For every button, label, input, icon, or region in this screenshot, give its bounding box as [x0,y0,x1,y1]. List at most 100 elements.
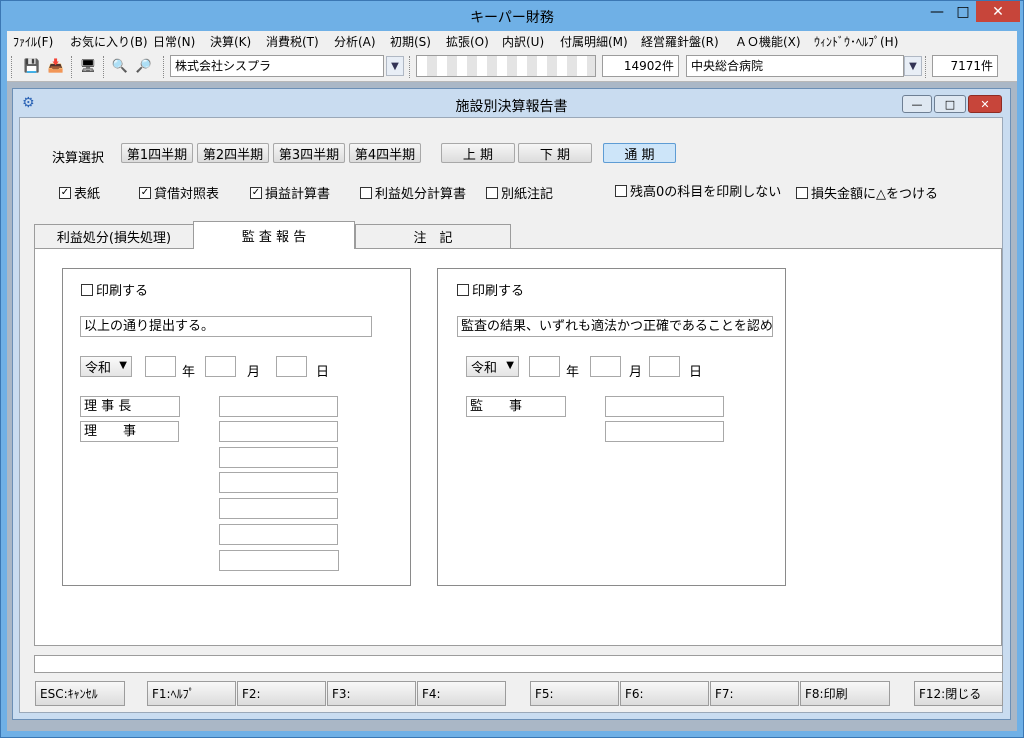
directors-statement-field[interactable]: 以上の通り提出する。 [80,316,372,337]
menu-bar: ﾌｧｲﾙ(F) お気に入り(B) 日常(N) 決算(K) 消費税(T) 分析(A… [7,31,1017,52]
income-statement-checkbox[interactable]: ✓ 損益計算書 [250,183,330,202]
second-half-button[interactable]: 下 期 [518,143,592,163]
auditors-day-field[interactable] [649,356,680,377]
f6-button[interactable]: F6: [620,681,709,706]
balance-sheet-checkbox[interactable]: ✓ 貸借対照表 [139,183,219,202]
name-field-5[interactable] [219,498,338,519]
company-select[interactable]: 株式会社シスプラ [170,55,384,77]
menu-initial[interactable]: 初期(S) [390,33,431,50]
name-field-6[interactable] [219,524,338,545]
app-title: キーパー財務 [470,10,554,26]
zoom-in-icon[interactable]: 🔍 [111,58,129,75]
toolbar-grip [11,56,13,78]
menu-analysis[interactable]: 分析(A) [334,33,376,50]
name-field-3[interactable] [219,447,338,468]
auditor-name-field-1[interactable] [605,396,724,417]
year-label: 年 [182,365,196,380]
q2-button[interactable]: 第2四半期 [197,143,269,163]
name-field-2[interactable] [219,421,338,442]
q4-button[interactable]: 第4四半期 [349,143,421,163]
f12-close-button[interactable]: F12:閉じる [914,681,1003,706]
maximize-icon: □ [944,97,956,111]
chairman-role-field[interactable]: 理 事 長 [80,396,180,417]
zoom-out-icon[interactable]: 🔎 [135,58,153,75]
tab-profit-appropriation[interactable]: 利益処分(損失処理) [34,224,194,248]
maximize-button[interactable]: □ [950,1,976,22]
auditors-era-select[interactable]: 令和 ▼ [466,356,519,377]
menu-closing[interactable]: 決算(K) [210,33,251,50]
f7-button[interactable]: F7: [710,681,799,706]
menu-breakdown[interactable]: 内訳(U) [502,33,544,50]
director-role-field[interactable]: 理 事 [80,421,179,442]
monitor-icon[interactable]: 🖥 [79,58,97,75]
f2-button[interactable]: F2: [237,681,326,706]
first-half-button[interactable]: 上 期 [441,143,515,163]
full-year-button[interactable]: 通 期 [603,143,676,163]
toolbar-grip [409,56,411,78]
chevron-down-icon[interactable]: ▼ [386,56,404,76]
profit-appropriation-checkbox[interactable]: 利益処分計算書 [360,183,466,202]
directors-year-field[interactable] [145,356,176,377]
year-label: 年 [566,365,580,380]
report-close-button[interactable]: ✕ [968,95,1002,113]
chevron-down-icon[interactable]: ▼ [904,56,922,76]
report-minimize-button[interactable]: — [902,95,932,113]
menu-ao[interactable]: ＡＯ機能(X) [735,33,801,50]
toolbar: 💾 📥 🖥 🔍 🔎 株式会社シスプラ ▼ 14902件 中央総合病院 ▼ 717… [7,52,1017,82]
loss-triangle-checkbox[interactable]: 損失金額に△をつける [796,183,938,202]
tab-audit-report[interactable]: 監 査 報 告 [193,221,355,249]
menu-favorites[interactable]: お気に入り(B) [70,33,148,50]
notes-checkbox[interactable]: 別紙注記 [486,183,553,202]
toolbar-grip [925,56,927,78]
tab-notes[interactable]: 注 記 [355,224,511,248]
auditor-role-field[interactable]: 監 事 [466,396,566,417]
close-icon: ✕ [980,97,990,111]
facility-select[interactable]: 中央総合病院 [686,55,904,77]
f8-print-button[interactable]: F8:印刷 [800,681,890,706]
save-icon[interactable]: 💾 [23,58,41,75]
auditors-statement-field[interactable]: 監査の結果、いずれも適法かつ正確であることを認める。 [457,316,773,337]
close-icon: ✕ [992,3,1004,20]
cover-checkbox[interactable]: ✓ 表紙 [59,183,100,202]
minimize-icon: — [911,97,923,111]
menu-compass[interactable]: 経営羅針盤(R) [641,33,719,50]
f3-button[interactable]: F3: [327,681,416,706]
menu-window-help[interactable]: ｳｨﾝﾄﾞｳ･ﾍﾙﾌﾟ(H) [814,33,898,50]
f1-help-button[interactable]: F1:ﾍﾙﾌﾟ [147,681,236,706]
f5-button[interactable]: F5: [530,681,619,706]
menu-schedules[interactable]: 付属明細(M) [560,33,628,50]
auditor-name-field-2[interactable] [605,421,724,442]
minimize-button[interactable]: — [924,1,950,22]
auditors-year-field[interactable] [529,356,560,377]
report-title: 施設別決算報告書 [455,99,568,115]
checkbox-box: ✓ [59,186,71,199]
month-label: 月 [247,365,261,380]
menu-daily[interactable]: 日常(N) [153,33,195,50]
menu-tax[interactable]: 消費税(T) [266,33,319,50]
export-icon[interactable]: 📥 [47,58,65,75]
period-label: 決算選択 [52,151,105,166]
q3-button[interactable]: 第3四半期 [273,143,345,163]
close-button[interactable]: ✕ [976,1,1020,22]
name-field-7[interactable] [219,550,339,571]
toolbar-grip [163,56,165,78]
directors-month-field[interactable] [205,356,236,377]
skip-zero-balance-checkbox[interactable]: 残高0の科目を印刷しない [615,181,781,200]
auditors-print-checkbox[interactable]: 印刷する [457,280,524,299]
directors-era-select[interactable]: 令和 ▼ [80,356,132,377]
checkbox-box [457,283,469,296]
menu-file[interactable]: ﾌｧｲﾙ(F) [13,33,53,50]
directors-day-field[interactable] [276,356,307,377]
f4-button[interactable]: F4: [417,681,506,706]
redacted-field [416,55,596,77]
name-field-1[interactable] [219,396,338,417]
esc-cancel-button[interactable]: ESC:ｷｬﾝｾﾙ [35,681,125,706]
q1-button[interactable]: 第1四半期 [121,143,193,163]
menu-extend[interactable]: 拡張(O) [446,33,489,50]
toolbar-grip [103,56,105,78]
auditors-month-field[interactable] [590,356,621,377]
report-maximize-button[interactable]: □ [934,95,966,113]
directors-print-checkbox[interactable]: 印刷する [81,280,148,299]
name-field-4[interactable] [219,472,338,493]
toolbar-grip [71,56,73,78]
